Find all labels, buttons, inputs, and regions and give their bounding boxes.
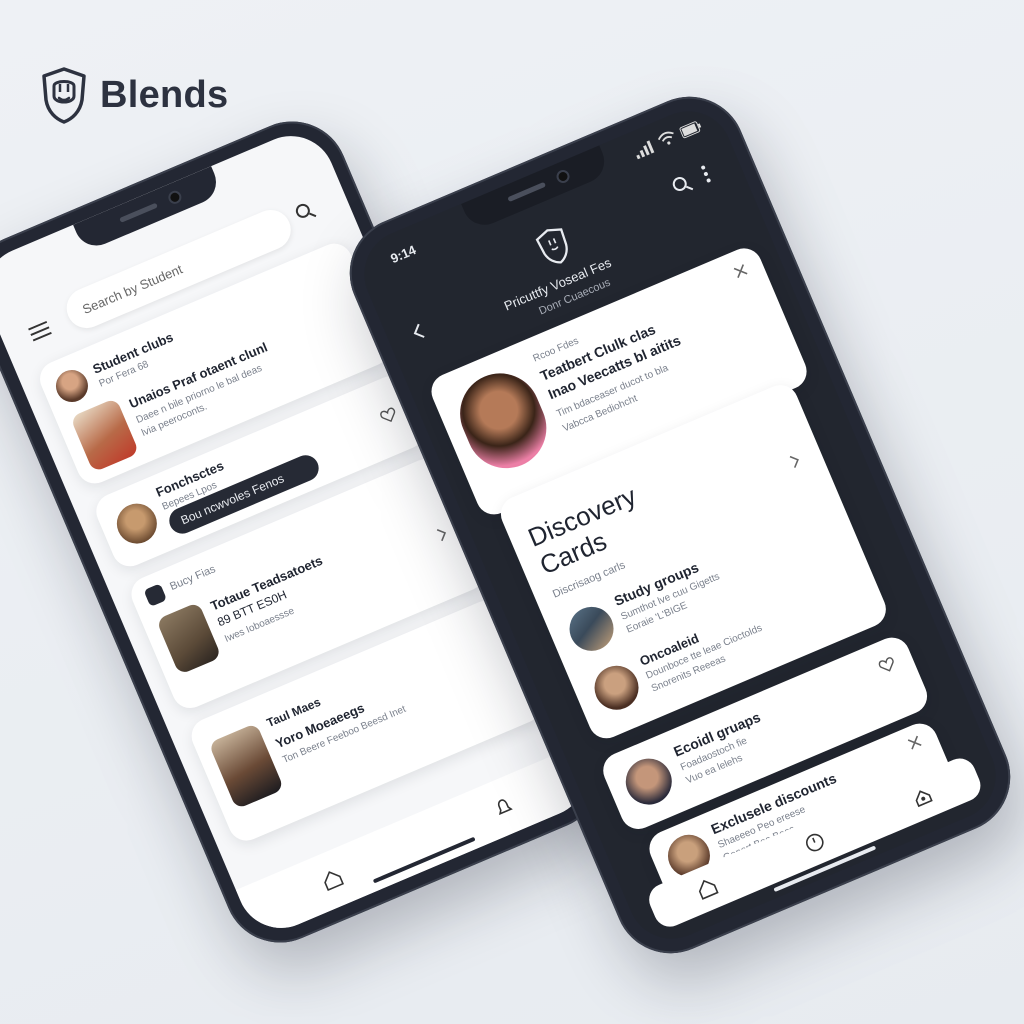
chevron-right-icon[interactable] (788, 453, 805, 474)
close-icon[interactable] (906, 733, 926, 756)
home-icon[interactable] (318, 865, 347, 894)
shield-mascot-icon (42, 67, 86, 124)
shield-mascot-icon (531, 222, 579, 275)
search-placeholder: Search by Student (80, 260, 185, 317)
photo (208, 722, 285, 810)
speaker (507, 181, 547, 203)
notch (461, 145, 611, 232)
avatar (110, 497, 164, 550)
heart-icon[interactable] (877, 656, 899, 680)
chevron-right-icon[interactable] (435, 526, 452, 547)
avatar (50, 365, 93, 408)
heart-icon[interactable] (379, 406, 401, 430)
battery-icon (678, 118, 705, 143)
avatar (562, 599, 621, 658)
wifi-icon (656, 128, 680, 153)
speaker (119, 202, 158, 223)
list-item-label: Bucy Fias (168, 563, 218, 594)
close-icon[interactable] (731, 262, 751, 285)
brand-name: Blends (100, 73, 229, 116)
avatar (618, 751, 679, 812)
compass-icon[interactable] (800, 828, 829, 857)
front-camera (168, 191, 181, 204)
front-camera (557, 170, 569, 183)
search-icon[interactable] (671, 173, 697, 201)
discovery-title: Discovery Cards (523, 480, 641, 581)
photo (70, 397, 140, 473)
back-chevron-icon[interactable] (409, 321, 429, 347)
search-icon[interactable] (294, 200, 320, 228)
photo (155, 601, 222, 676)
home-icon[interactable] (692, 874, 721, 903)
avatar (587, 658, 646, 717)
brand: Blends (40, 66, 229, 124)
group-badge-icon (143, 583, 168, 607)
more-vertical-icon[interactable] (699, 164, 714, 189)
signal-icon (632, 138, 660, 164)
bell-icon[interactable] (489, 792, 518, 821)
profile-icon[interactable] (908, 782, 937, 811)
menu-icon[interactable] (28, 320, 52, 342)
status-time: 9:14 (388, 242, 419, 267)
